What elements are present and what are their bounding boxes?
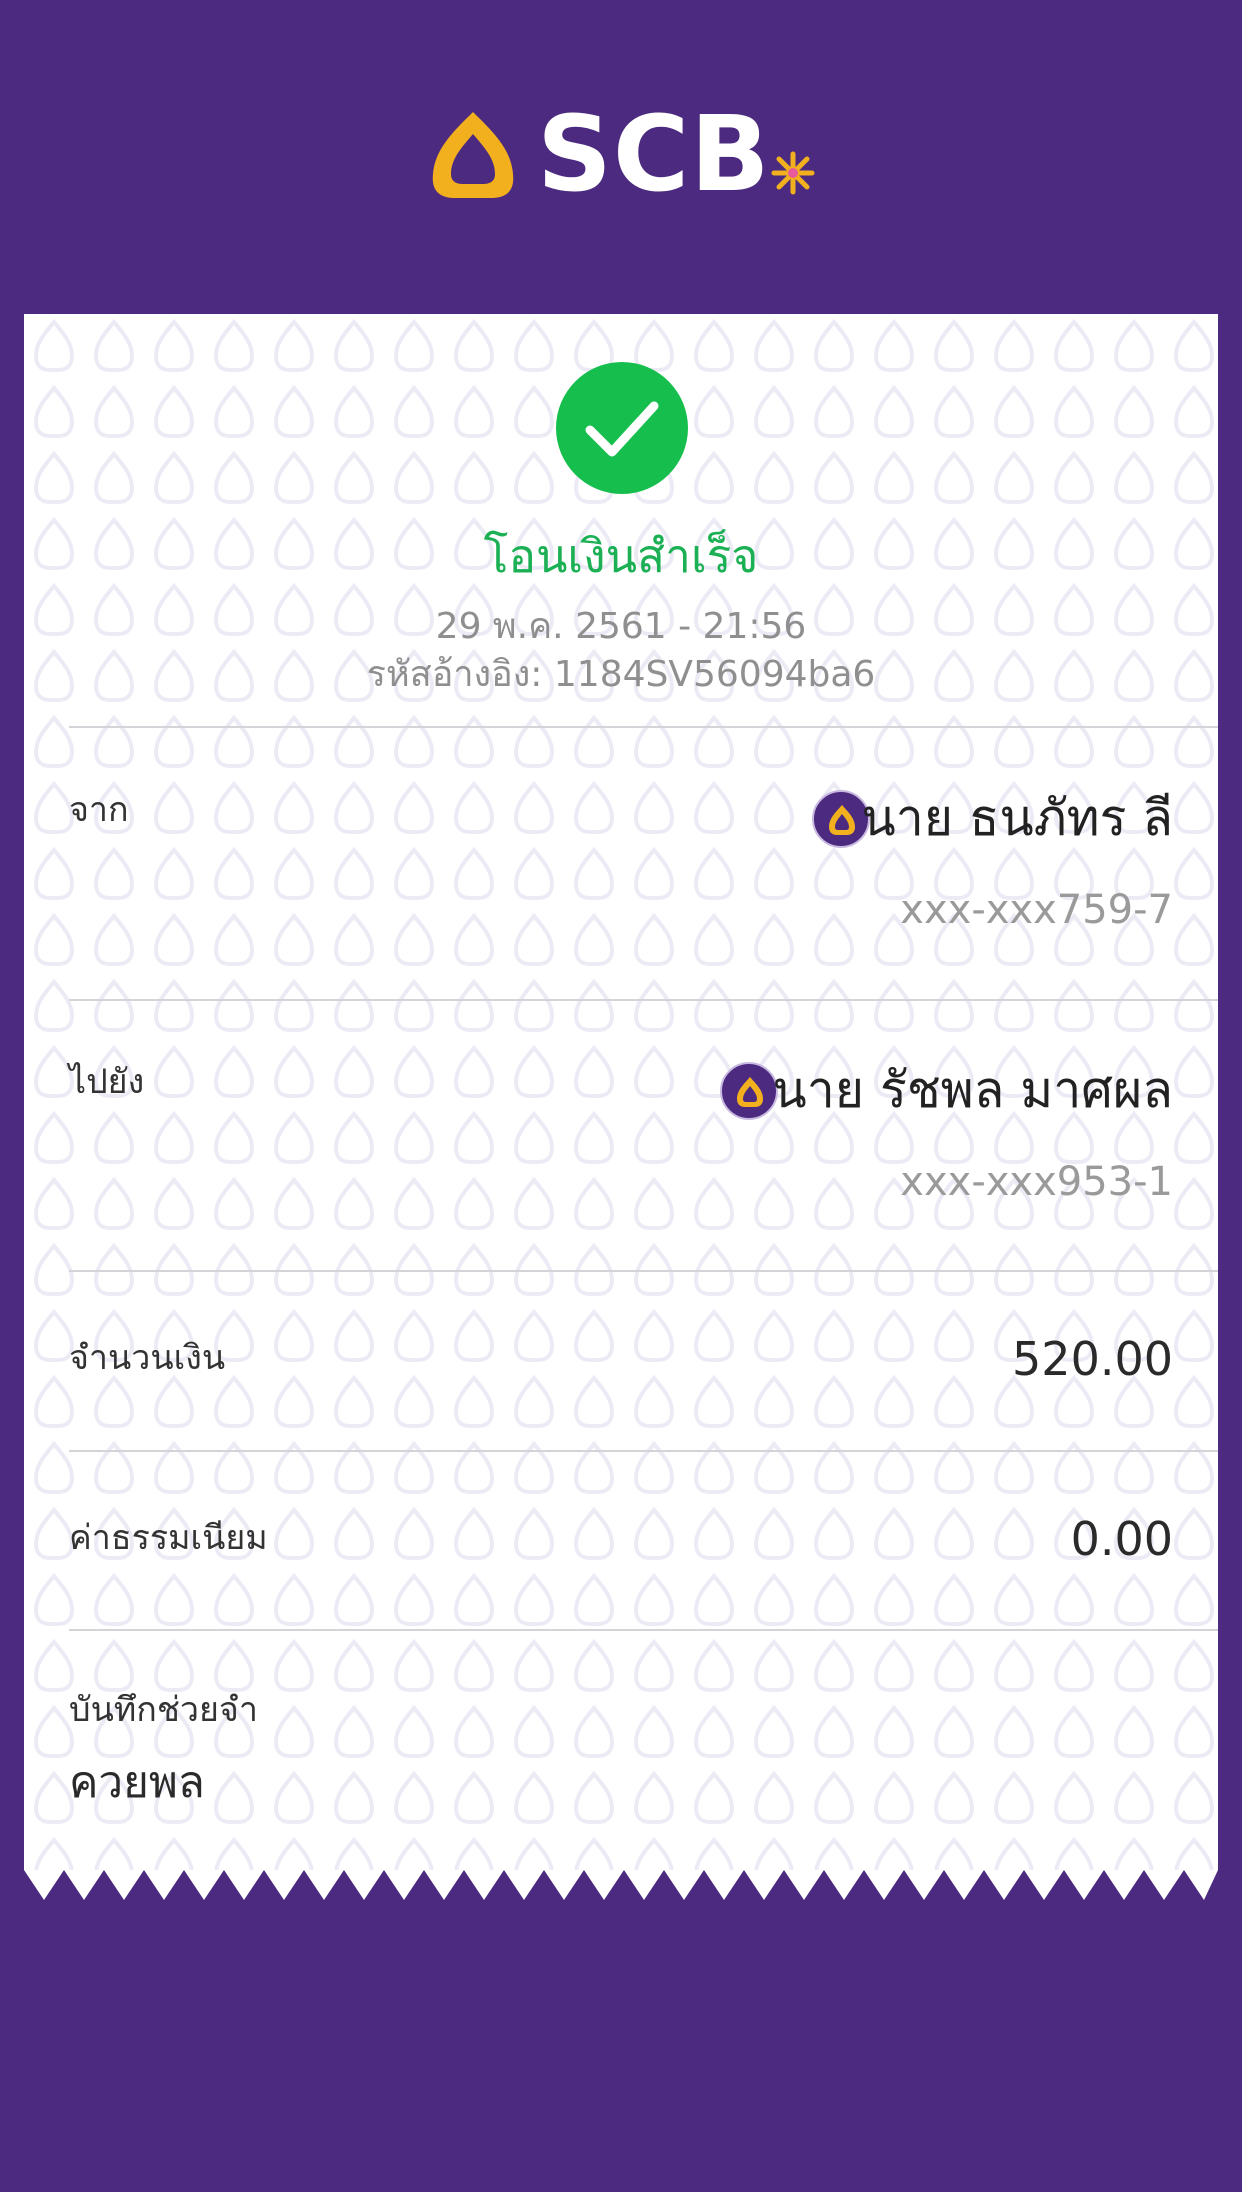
to-label: ไปยัง <box>69 1062 145 1102</box>
from-label: จาก <box>69 790 129 830</box>
memo-value: ควยพล <box>69 1757 205 1808</box>
reference-code: รหัสอ้างอิง: 1184SV56094ba6 <box>366 654 876 695</box>
to-name: นาย รัชพล มาศผล <box>772 1061 1173 1119</box>
divider <box>69 1270 1218 1272</box>
header: SCB <box>0 0 1242 314</box>
scb-logo: SCB <box>425 94 825 220</box>
scb-bank-badge-icon <box>720 1062 778 1120</box>
from-name: นาย ธนภัทร ลี <box>861 789 1173 847</box>
divider <box>69 1629 1218 1631</box>
scb-star-icon <box>771 151 815 195</box>
memo-label: บันทึกช่วยจำ <box>69 1690 258 1730</box>
transaction-datetime: 29 พ.ค. 2561 - 21:56 <box>435 606 807 647</box>
divider <box>69 1450 1218 1452</box>
transfer-receipt: โอนเงินสำเร็จ 29 พ.ค. 2561 - 21:56 รหัสอ… <box>24 314 1218 1870</box>
amount-label: จำนวนเงิน <box>69 1338 226 1378</box>
receipt-torn-edge <box>24 1870 1218 1900</box>
fee-value: 0.00 <box>1070 1512 1173 1566</box>
divider <box>69 726 1218 728</box>
scb-bell-icon <box>432 112 514 198</box>
amount-value: 520.00 <box>1012 1332 1173 1386</box>
from-account-number: xxx-xxx759-7 <box>900 887 1173 933</box>
to-account-number: xxx-xxx953-1 <box>900 1159 1173 1205</box>
scb-logo-text: SCB <box>537 93 771 215</box>
fee-label: ค่าธรรมเนียม <box>69 1518 268 1558</box>
divider <box>69 999 1218 1001</box>
success-check-icon <box>556 362 688 494</box>
status-title: โอนเงินสำเร็จ <box>483 529 759 583</box>
